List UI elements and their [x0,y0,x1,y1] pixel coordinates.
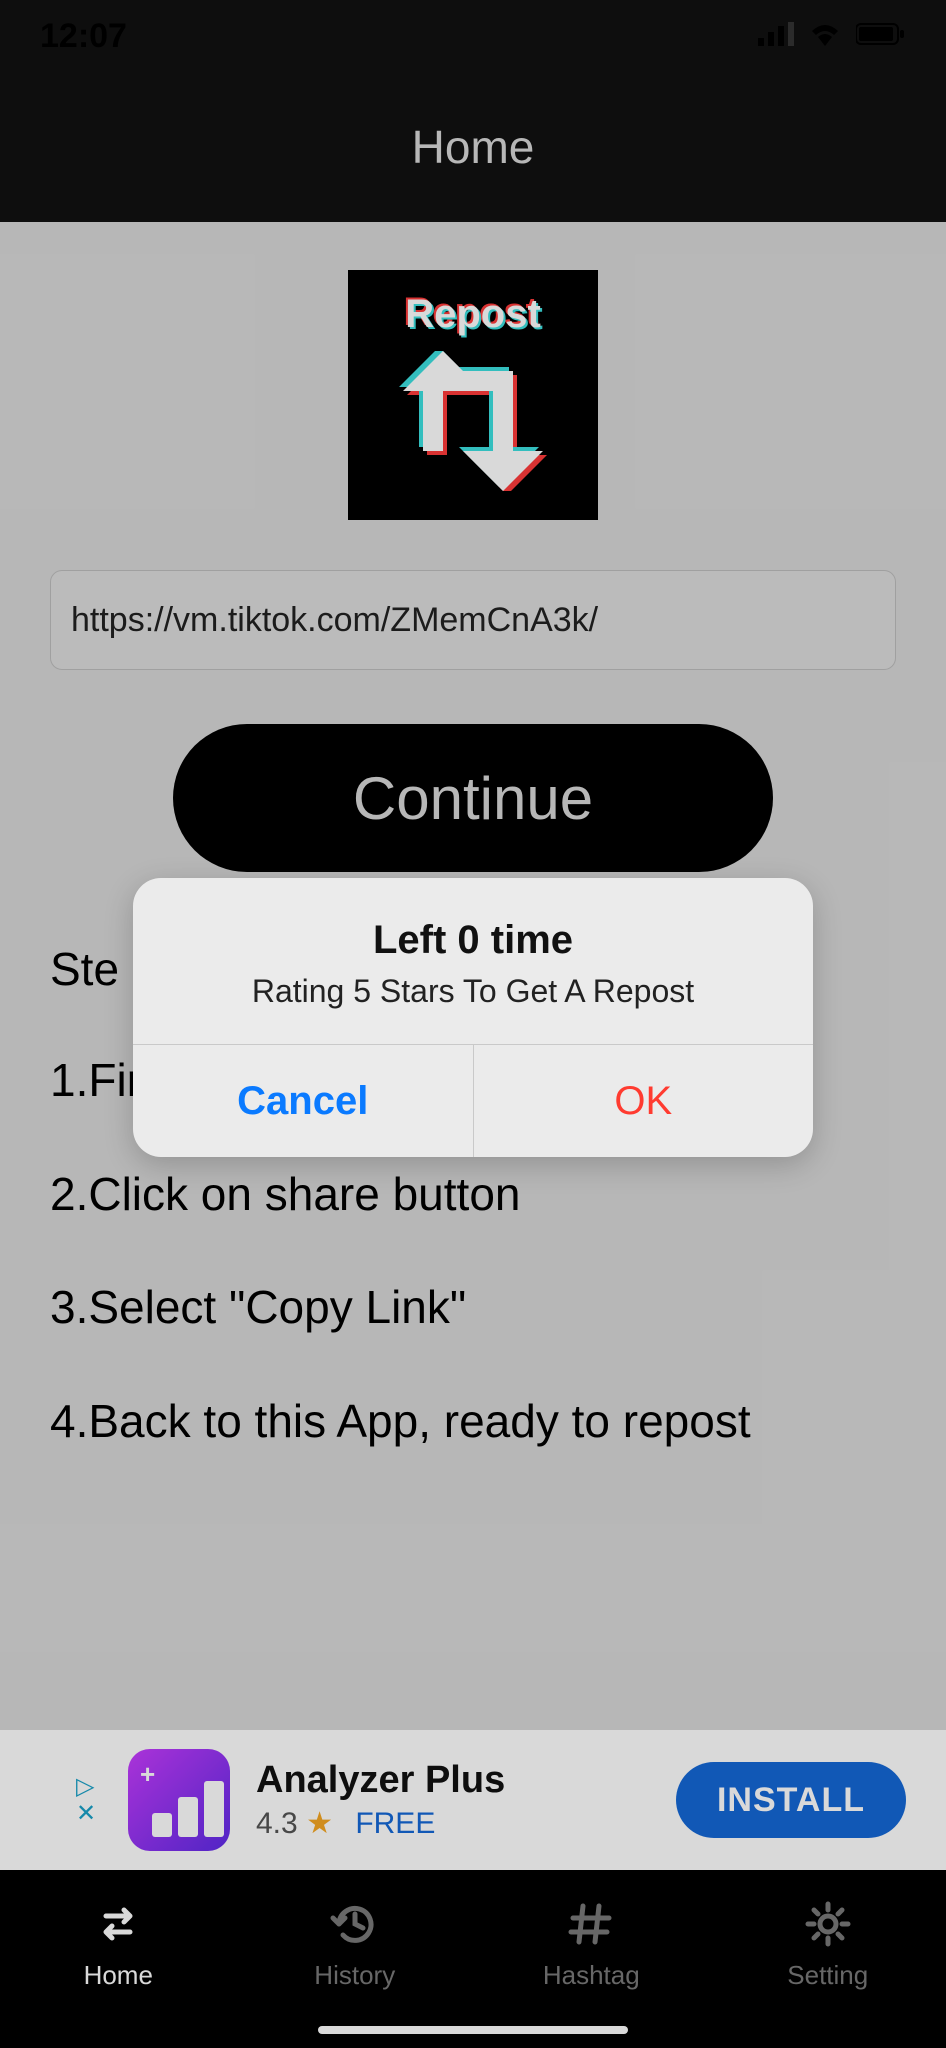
rating-modal: Left 0 time Rating 5 Stars To Get A Repo… [133,878,813,1157]
modal-message: Rating 5 Stars To Get A Repost [163,973,783,1010]
modal-title: Left 0 time [163,918,783,963]
ok-button[interactable]: OK [474,1045,814,1157]
cancel-button[interactable]: Cancel [133,1045,474,1157]
